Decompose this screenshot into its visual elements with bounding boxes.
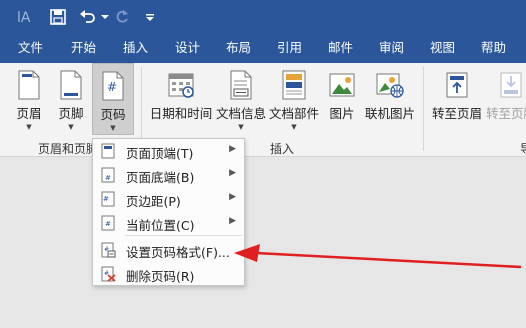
page-number-menu: 页面顶端(T) ▶ # 页面底端(B) ▶ # 页边距(P) ▶ # 当前位置(… [92, 138, 245, 286]
menu-item-page-margins[interactable]: # 页边距(P) ▶ [93, 187, 244, 211]
footer-label: 页脚 [58, 106, 84, 121]
menu-item-format-page-numbers[interactable]: # 设置页码格式(F)... [93, 238, 244, 262]
header-label: 页眉 [16, 106, 42, 121]
goto-footer-label: 转至页脚 [485, 106, 526, 121]
tab-view[interactable]: 视图 [430, 33, 455, 63]
menu-item-bottom-of-page[interactable]: # 页面底端(B) ▶ [93, 163, 244, 187]
submenu-arrow-icon: ▶ [229, 168, 236, 178]
date-time-button[interactable]: 日期和时间 [148, 63, 214, 135]
ribbon: 页眉 ▼ 页脚 ▼ # 页码 ▼ 日期和时间 文档信息 ▼ 文档部件 ▼ 图片 … [0, 63, 526, 157]
submenu-arrow-icon: ▶ [229, 192, 236, 202]
save-icon[interactable] [46, 6, 70, 28]
tab-help[interactable]: 帮助 [481, 33, 506, 63]
footer-icon [55, 69, 87, 101]
picture-label: 图片 [329, 106, 355, 121]
svg-text:#: # [105, 220, 111, 228]
goto-footer-icon [495, 69, 526, 101]
group-label-navigation: 导 [520, 140, 526, 157]
title-bar: lA [0, 0, 526, 33]
submenu-arrow-icon: ▶ [229, 216, 236, 226]
menu-tab-bar: 文件 开始 插入 设计 布局 引用 邮件 审阅 视图 帮助 [0, 33, 526, 63]
menu-item-label: 页边距(P) [126, 194, 181, 209]
remove-page-number-icon: # [100, 266, 116, 282]
online-picture-label: 联机图片 [364, 106, 415, 121]
tab-home[interactable]: 开始 [71, 33, 96, 63]
picture-button[interactable]: 图片 [324, 63, 360, 135]
menu-divider [125, 235, 242, 236]
svg-text:#: # [105, 174, 111, 182]
doc-info-button[interactable]: 文档信息 ▼ [215, 63, 267, 135]
page-number-icon: # [97, 70, 129, 102]
doc-info-label: 文档信息 [215, 106, 266, 121]
tab-layout[interactable]: 布局 [226, 33, 251, 63]
customize-icon[interactable] [142, 6, 158, 28]
chevron-down-icon: ▼ [110, 124, 116, 132]
page-number-label: 页码 [100, 107, 126, 122]
doc-parts-icon [278, 69, 310, 101]
goto-header-label: 转至页眉 [431, 106, 482, 121]
calendar-icon [165, 69, 197, 101]
tab-design[interactable]: 设计 [175, 33, 200, 63]
header-button[interactable]: 页眉 ▼ [10, 63, 48, 135]
undo-icon[interactable] [76, 6, 100, 28]
date-time-label: 日期和时间 [149, 106, 213, 121]
picture-icon [326, 69, 358, 101]
online-picture-button[interactable]: 联机图片 [362, 63, 418, 135]
menu-item-label: 删除页码(R) [126, 269, 195, 284]
chevron-down-icon: ▼ [68, 123, 74, 131]
goto-header-icon [441, 69, 473, 101]
format-page-number-icon: # [100, 242, 116, 258]
chevron-down-icon: ▼ [238, 123, 244, 131]
svg-text:lA: lA [17, 10, 31, 26]
autosave-icon[interactable]: lA [13, 6, 37, 28]
page-top-icon [100, 143, 116, 159]
page-bottom-icon: # [100, 167, 116, 183]
goto-header-button[interactable]: 转至页眉 [430, 63, 484, 135]
doc-parts-label: 文档部件 [268, 106, 319, 121]
chevron-down-icon: ▼ [291, 123, 297, 131]
tab-mailings[interactable]: 邮件 [328, 33, 353, 63]
redo-icon[interactable] [112, 6, 132, 28]
tab-insert[interactable]: 插入 [123, 33, 148, 63]
svg-text:#: # [107, 80, 117, 94]
doc-parts-button[interactable]: 文档部件 ▼ [268, 63, 320, 135]
menu-item-label: 当前位置(C) [126, 218, 195, 233]
group-label-header-footer: 页眉和页脚 [38, 142, 99, 156]
tab-references[interactable]: 引用 [277, 33, 302, 63]
goto-footer-button: 转至页脚 [484, 63, 526, 135]
svg-text:#: # [103, 195, 109, 203]
annotation-arrow [234, 244, 522, 269]
menu-item-label: 设置页码格式(F)... [126, 245, 230, 260]
menu-item-label: 页面底端(B) [126, 170, 195, 185]
undo-dropdown-icon[interactable] [100, 6, 110, 28]
submenu-arrow-icon: ▶ [229, 144, 236, 154]
menu-item-top-of-page[interactable]: 页面顶端(T) ▶ [93, 139, 244, 163]
current-position-icon: # [100, 215, 116, 231]
footer-button[interactable]: 页脚 ▼ [52, 63, 90, 135]
tab-review[interactable]: 审阅 [379, 33, 404, 63]
chevron-down-icon: ▼ [26, 123, 32, 131]
online-picture-icon [374, 69, 406, 101]
header-icon [13, 69, 45, 101]
group-label-insert: 插入 [270, 142, 295, 156]
menu-item-current-position[interactable]: # 当前位置(C) ▶ [93, 211, 244, 235]
group-divider [423, 67, 424, 151]
menu-item-remove-page-numbers[interactable]: # 删除页码(R) [93, 262, 244, 286]
doc-info-icon [225, 69, 257, 101]
page-number-button[interactable]: # 页码 ▼ [92, 63, 134, 135]
page-margin-icon: # [100, 191, 116, 207]
menu-item-label: 页面顶端(T) [126, 146, 194, 161]
tab-file[interactable]: 文件 [18, 33, 43, 63]
